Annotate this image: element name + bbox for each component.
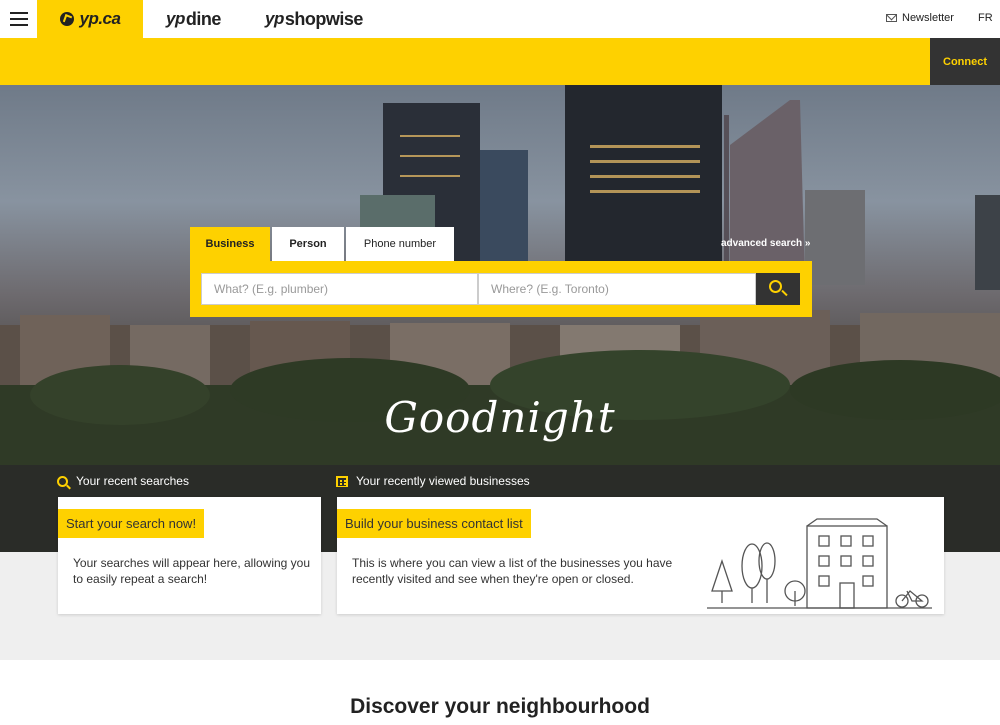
yellow-bar [0,38,1000,85]
brand-yp-tab[interactable]: yp.ca [37,0,143,38]
newsletter-label: Newsletter [902,12,954,24]
newsletter-link[interactable]: Newsletter [886,12,954,24]
brand-dine-prefix: yp [166,9,185,28]
search-icon [57,475,68,487]
greeting-heading: Goodnight [384,393,616,442]
search-icon [769,280,782,293]
tab-business[interactable]: Business [190,227,270,261]
brand-shopwise-prefix: yp [265,9,284,28]
menu-icon[interactable] [10,12,28,26]
search-bar: What? (E.g. plumber) Where? (E.g. Toront… [190,261,812,317]
envelope-icon [886,14,897,22]
top-nav: yp.ca yp dine yp shopwise Newsletter FR [0,0,1000,38]
where-search-input[interactable]: Where? (E.g. Toronto) [478,273,756,305]
search-tabs: Business Person Phone number [190,227,456,261]
build-contact-list-button[interactable]: Build your business contact list [337,509,531,538]
brand-shopwise-tab[interactable]: yp shopwise [265,0,363,38]
recently-viewed-heading: Your recently viewed businesses [336,474,530,488]
recently-viewed-label: Your recently viewed businesses [356,474,530,488]
search-icon-handle [781,289,788,297]
brand-dine-label: dine [185,8,222,29]
recent-searches-description: Your searches will appear here, allowing… [73,556,311,586]
recent-searches-label: Your recent searches [76,474,189,488]
connect-button[interactable]: Connect [930,38,1000,85]
search-button[interactable] [756,273,800,305]
recently-viewed-card: Build your business contact list This is… [337,497,944,614]
recently-viewed-description: This is where you can view a list of the… [352,556,673,586]
advanced-search-link[interactable]: advanced search » [721,238,811,249]
neighbourhood-illustration [707,518,932,609]
what-search-input[interactable]: What? (E.g. plumber) [201,273,478,305]
language-toggle[interactable]: FR [978,12,993,24]
discover-heading: Discover your neighbourhood [350,695,650,718]
tab-person[interactable]: Person [272,227,344,261]
tab-phone-number[interactable]: Phone number [346,227,454,261]
start-search-button[interactable]: Start your search now! [58,509,205,538]
building-icon [336,475,348,487]
yp-logo-icon [59,12,74,26]
brand-yp-label: yp.ca [79,9,121,28]
brand-shopwise-label: shopwise [284,8,364,29]
recent-searches-heading: Your recent searches [57,474,189,488]
brand-dine-tab[interactable]: yp dine [166,0,221,38]
recent-searches-card: Start your search now! Your searches wil… [58,497,321,614]
